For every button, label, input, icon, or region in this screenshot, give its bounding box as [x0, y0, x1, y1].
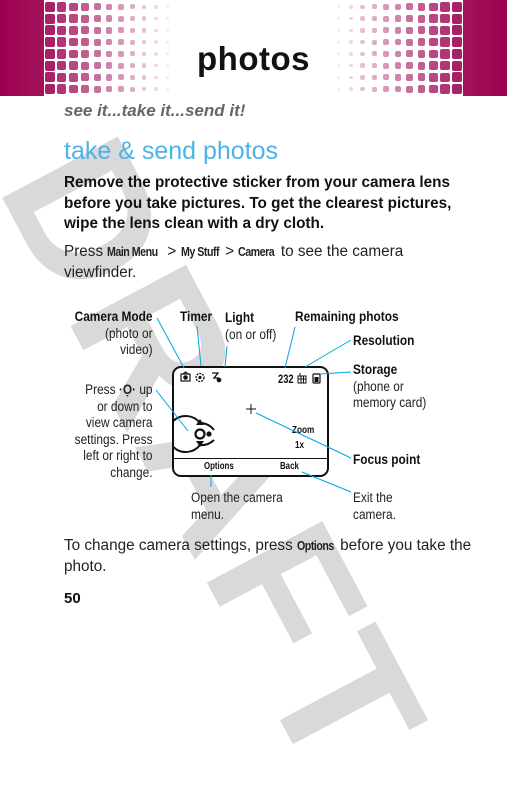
storage-icon [312, 373, 321, 384]
label-navigation-key: Press ·Ọ· up or down to view camera sett… [75, 382, 153, 480]
label-storage: Storage (phone or memory card) [353, 362, 427, 410]
label-camera-mode: Camera Mode (photo or video) [75, 309, 153, 357]
camera-mode-icon [180, 371, 191, 382]
outro-paragraph: To change camera settings, press Options… [64, 537, 472, 575]
menu-key-my-stuff: My Stuff [180, 244, 220, 259]
nav-key-icon: ·Ọ· [119, 382, 137, 397]
tagline: see it...take it...send it! [64, 101, 246, 120]
label-back-description: Exit the camera. [353, 490, 396, 522]
resolution-icon [297, 373, 307, 384]
remaining-photos-count: 232 [278, 372, 294, 386]
camera-viewfinder-screen: 232 Zoom 1x Options Back [172, 366, 329, 477]
focus-point-icon [246, 404, 256, 414]
label-remaining-photos: Remaining photos [295, 309, 399, 324]
label-light: Light (on or off) [225, 310, 277, 342]
intro-paragraph: Remove the protective sticker from your … [64, 174, 452, 232]
page-number: 50 [64, 590, 81, 607]
menu-key-camera: Camera [238, 244, 275, 259]
menu-key-main-menu: Main Menu [107, 244, 159, 259]
timer-icon [195, 372, 205, 383]
options-keyword: Options [296, 538, 334, 553]
zoom-value: 1x [295, 439, 305, 451]
zoom-label: Zoom [292, 424, 315, 436]
section-title: take & send photos [64, 137, 279, 165]
back-soft-key[interactable]: Back [280, 460, 299, 472]
label-resolution: Resolution [353, 333, 415, 348]
options-soft-key[interactable]: Options [204, 460, 234, 472]
light-icon [212, 372, 222, 383]
label-focus-point: Focus point [353, 452, 421, 467]
instruction-paragraph: Press Main Menu > My Stuff > Camera to s… [64, 243, 404, 281]
navigation-key-icon [174, 415, 215, 453]
label-timer: Timer [180, 309, 213, 324]
soft-key-bar: Options Back [174, 458, 327, 475]
label-options-description: Open the camera menu. [191, 490, 283, 522]
